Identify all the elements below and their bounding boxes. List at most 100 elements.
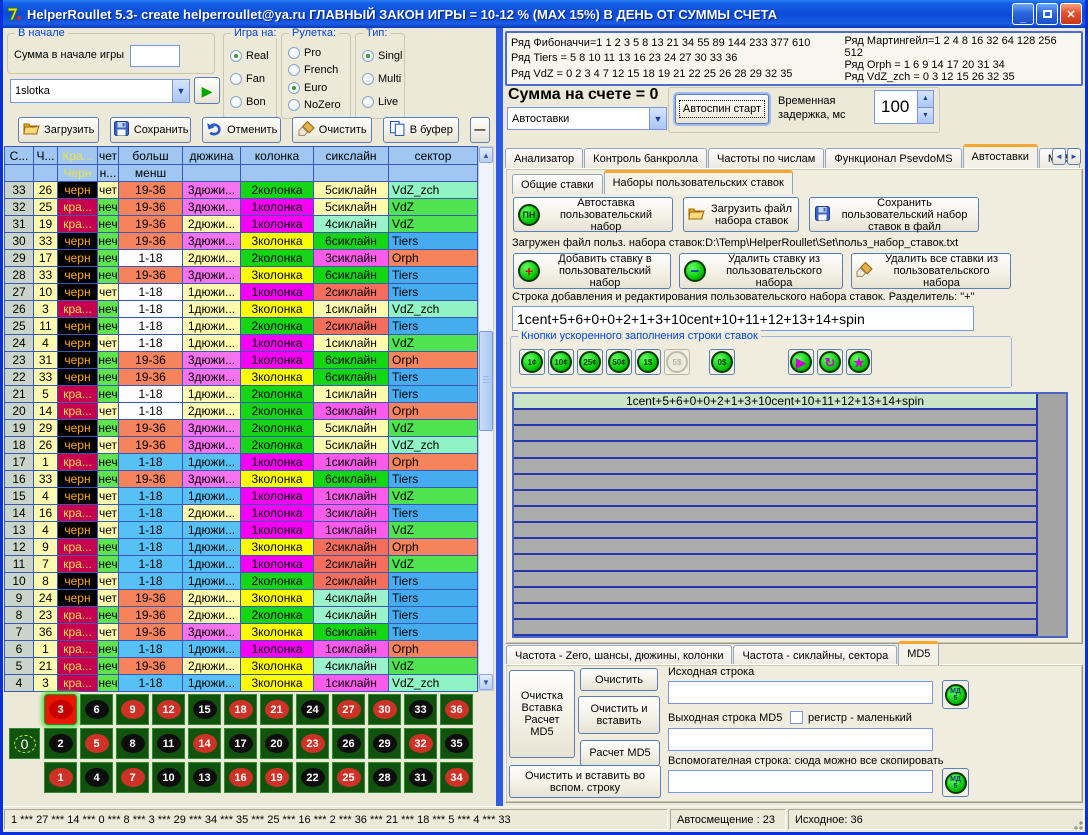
radio-multi[interactable]: Multi [362,73,400,85]
minimize-button[interactable]: _ [1012,3,1034,25]
chip-1d-button[interactable]: 1$ [635,349,661,375]
board-cell-25[interactable]: 25 [332,762,365,793]
toolbar-button-4[interactable]: Очистить [292,117,372,143]
refresh-chip-button[interactable]: ↻ [817,349,843,375]
spinner-up-icon[interactable]: ▲ [918,91,933,108]
board-cell-30[interactable]: 30 [368,694,401,725]
bet-list-row[interactable] [514,604,1036,620]
md5-source-calc-icon[interactable]: МД5 [942,680,969,709]
board-cell-29[interactable]: 29 [368,728,401,759]
sub-tab-1[interactable]: Общие ставки [512,174,603,194]
md5-clear-paste-calc-button[interactable]: Очистка Вставка Расчет MD5 [509,670,575,758]
tab-5[interactable]: Автоставки [963,145,1038,168]
md5-aux-calc-icon[interactable]: МД5 [942,768,969,797]
bottom-tab-2[interactable]: Частота - сиклайны, сектора [733,645,897,665]
md5-clear-paste-aux-button[interactable]: Очистить и вставить во вспом. строку [509,765,661,798]
bet-list-row[interactable] [514,442,1036,458]
board-cell-33[interactable]: 33 [404,694,437,725]
tab-2[interactable]: Контроль банкролла [584,148,707,168]
board-cell-34[interactable]: 34 [440,762,473,793]
bottom-tab-1[interactable]: Частота - Zero, шансы, дюжины, колонки [506,645,732,665]
remove-all-bets-button[interactable]: Удалить все ставки из пользовательского … [851,253,1011,289]
play-button[interactable]: ▶ [194,77,220,104]
remove-bet-button[interactable]: −Удалить ставку из пользовательского наб… [679,253,843,289]
delay-value[interactable]: 100 [875,91,917,123]
radio-bon[interactable]: Bon [230,96,272,108]
close-button[interactable]: ✕ [1060,3,1082,25]
board-cell-21[interactable]: 21 [260,694,293,725]
title-bar[interactable]: HelperRoullet 5.3- create helperroullet@… [0,0,1088,28]
start-sum-input[interactable] [130,45,180,67]
bet-list-row[interactable] [514,572,1036,588]
md5-clear-and-paste-button[interactable]: Очистить и вставить [578,696,660,734]
board-cell-10[interactable]: 10 [152,762,185,793]
bet-list-row[interactable] [514,588,1036,604]
board-cell-19[interactable]: 19 [260,762,293,793]
tab-1[interactable]: Анализатор [505,148,583,168]
board-cell-27[interactable]: 27 [332,694,365,725]
tabs-scroll-right-icon[interactable]: ► [1067,148,1081,165]
board-cell-13[interactable]: 13 [188,762,221,793]
board-cell-32[interactable]: 32 [404,728,437,759]
board-cell-16[interactable]: 16 [224,762,257,793]
bet-string-input[interactable] [512,306,974,331]
board-cell-9[interactable]: 9 [116,694,149,725]
delay-spinner[interactable]: 100 ▲ ▼ [874,90,934,124]
board-cell-2[interactable]: 2 [44,728,77,759]
board-cell-20[interactable]: 20 [260,728,293,759]
board-cell-36[interactable]: 36 [440,694,473,725]
tab-4[interactable]: Функционал PsevdoMS [825,148,961,168]
chip-1c-button[interactable]: 1¢ [519,349,545,375]
bet-set-list[interactable]: 1cent+5+6+0+0+2+1+3+10cent+10+11+12+13+1… [512,392,1068,638]
save-bet-file-button[interactable]: Сохранить пользовательский набор ставок … [809,197,979,232]
bottom-tab-3[interactable]: MD5 [898,642,939,665]
bet-list-row[interactable] [514,410,1036,426]
chip-50c-button[interactable]: 50¢ [606,349,632,375]
board-cell-28[interactable]: 28 [368,762,401,793]
scroll-up-icon[interactable]: ▲ [479,147,493,163]
radio-real[interactable]: Real [230,50,272,62]
board-cell-17[interactable]: 17 [224,728,257,759]
md5-clear-button[interactable]: Очистить [580,668,658,691]
md5-aux-input[interactable] [668,770,933,793]
radio-euro[interactable]: Euro [288,82,346,94]
board-cell-15[interactable]: 15 [188,694,221,725]
resize-grip[interactable] [1072,819,1084,831]
chevron-down-icon[interactable]: ▼ [172,80,189,102]
scrollbar-thumb[interactable] [479,331,493,431]
maximize-button[interactable] [1036,3,1058,25]
board-cell-35[interactable]: 35 [440,728,473,759]
chip-25c-button[interactable]: 25¢ [577,349,603,375]
tabs-scroll-left-icon[interactable]: ◄ [1052,148,1066,165]
load-bet-file-button[interactable]: Загрузить файл набора ставок [683,197,799,232]
radio-singl[interactable]: Singl [362,50,400,62]
autospin-start-button[interactable]: Автоспин старт [675,94,769,124]
bet-list-row[interactable] [514,491,1036,507]
toolbar-button-6[interactable]: — [470,117,490,143]
toolbar-button-5[interactable]: В буфер [383,117,459,143]
board-cell-5[interactable]: 5 [80,728,113,759]
bet-list-row[interactable] [514,523,1036,539]
board-cell-12[interactable]: 12 [152,694,185,725]
board-cell-7[interactable]: 7 [116,762,149,793]
toolbar-button-1[interactable]: Загрузить [18,117,99,143]
sub-tab-2[interactable]: Наборы пользовательских ставок [604,171,793,194]
board-cell-31[interactable]: 31 [404,762,437,793]
bet-list-row[interactable] [514,620,1036,636]
chip-0d-button[interactable]: 0$ [709,349,735,375]
md5-calc-button[interactable]: Расчет MD5 [580,740,660,766]
md5-output-input[interactable] [668,728,933,751]
board-cell-23[interactable]: 23 [296,728,329,759]
toolbar-button-2[interactable]: Сохранить [110,117,190,143]
play-chip-button[interactable]: ▶ [788,349,814,375]
chevron-down-icon[interactable]: ▼ [649,108,666,129]
md5-source-input[interactable] [668,681,933,704]
board-cell-0[interactable]: 0 [9,728,40,759]
chip-10c-button[interactable]: 10¢ [548,349,574,375]
tab-3[interactable]: Частоты по числам [708,148,824,168]
add-bet-button[interactable]: +Добавить ставку в пользовательский набо… [513,253,671,289]
autobet-user-set-button[interactable]: ПНАвтоставка пользовательский набор [513,197,673,232]
bet-list-row[interactable] [514,426,1036,442]
board-cell-22[interactable]: 22 [296,762,329,793]
autobets-combo[interactable]: Автоставки ▼ [507,107,667,130]
